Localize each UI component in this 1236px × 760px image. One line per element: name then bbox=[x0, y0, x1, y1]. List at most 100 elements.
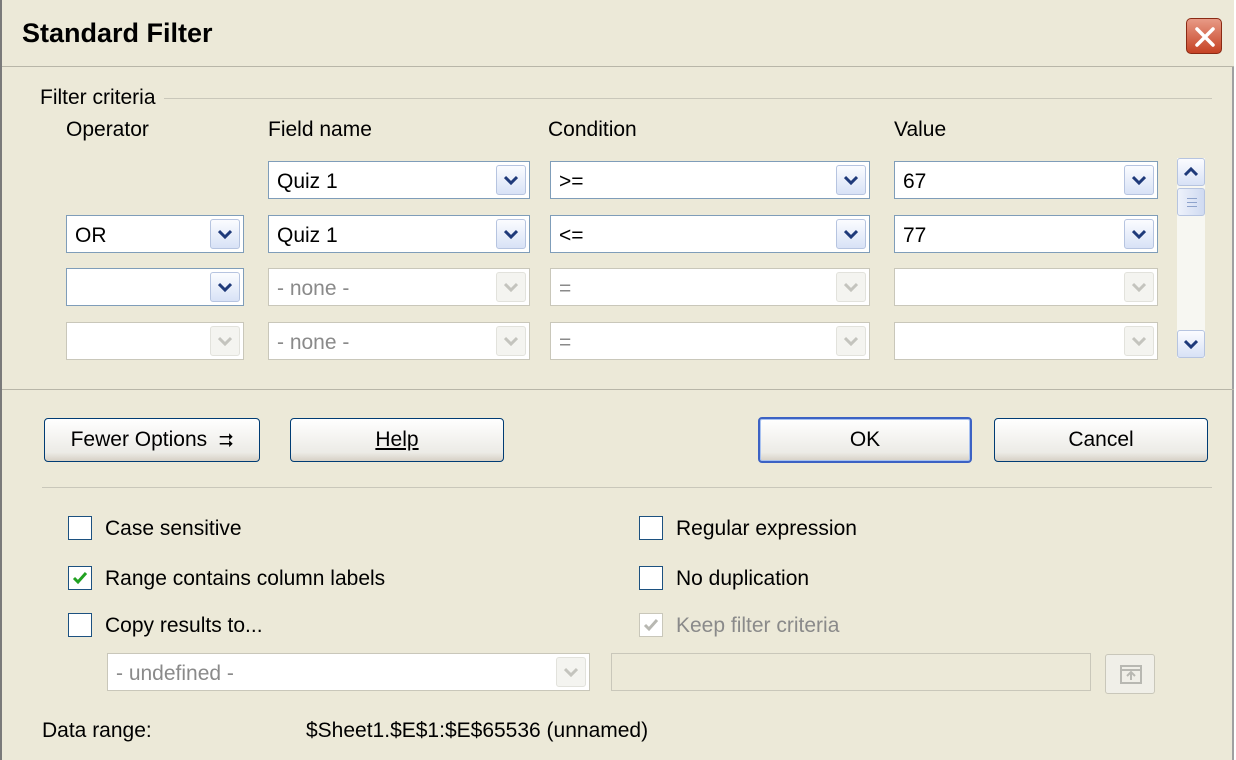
field-name-value-3: - none - bbox=[277, 277, 350, 300]
field-name-header: Field name bbox=[268, 118, 372, 141]
value-combo-1[interactable]: 67 bbox=[894, 161, 1158, 199]
no-duplication-label: No duplication bbox=[676, 567, 810, 590]
copy-target-combo[interactable]: - undefined - bbox=[107, 653, 590, 691]
fewer-options-button[interactable]: Fewer Options ⮆ bbox=[44, 418, 260, 462]
scroll-thumb[interactable] bbox=[1177, 188, 1205, 216]
operator-combo-3[interactable] bbox=[66, 268, 244, 306]
dropdown-button[interactable] bbox=[210, 219, 240, 249]
operator-value-2: OR bbox=[75, 224, 107, 247]
dropdown-button[interactable] bbox=[836, 219, 866, 249]
options-separator bbox=[42, 487, 1212, 488]
help-button[interactable]: Help bbox=[290, 418, 504, 462]
chevron-down-icon bbox=[504, 282, 518, 293]
scroll-down-button[interactable] bbox=[1177, 330, 1205, 358]
keep-filter-criteria-checkbox[interactable] bbox=[639, 613, 663, 637]
chevron-down-icon bbox=[1132, 175, 1146, 186]
dropdown-button[interactable] bbox=[210, 272, 240, 302]
operator-combo-4[interactable] bbox=[66, 322, 244, 360]
value-combo-3[interactable] bbox=[894, 268, 1158, 306]
fewer-options-label: Fewer Options bbox=[70, 428, 208, 451]
dropdown-button[interactable] bbox=[496, 272, 526, 302]
dropdown-button[interactable] bbox=[1124, 165, 1154, 195]
copy-target-field[interactable] bbox=[611, 653, 1091, 691]
dialog-title: Standard Filter bbox=[22, 18, 213, 48]
criteria-scrollbar[interactable] bbox=[1177, 158, 1205, 358]
regular-expression-checkbox[interactable] bbox=[639, 516, 663, 540]
chevron-down-icon bbox=[844, 336, 858, 347]
filter-criteria-line bbox=[40, 98, 1212, 99]
filter-criteria-label: Filter criteria bbox=[40, 86, 164, 110]
dropdown-button[interactable] bbox=[836, 165, 866, 195]
cancel-button[interactable]: Cancel bbox=[994, 418, 1208, 462]
regular-expression-label: Regular expression bbox=[676, 517, 857, 540]
shrink-button[interactable] bbox=[1105, 654, 1155, 694]
dropdown-button[interactable] bbox=[210, 326, 240, 356]
title-bar[interactable]: Standard Filter bbox=[2, 0, 1234, 67]
field-name-combo-1[interactable]: Quiz 1 bbox=[268, 161, 530, 199]
checkmark-icon bbox=[72, 572, 88, 585]
case-sensitive-checkbox[interactable] bbox=[68, 516, 92, 540]
condition-combo-4[interactable]: = bbox=[550, 322, 870, 360]
scroll-up-button[interactable] bbox=[1177, 158, 1205, 186]
dropdown-button[interactable] bbox=[1124, 219, 1154, 249]
dropdown-button[interactable] bbox=[496, 326, 526, 356]
value-combo-2[interactable]: 77 bbox=[894, 215, 1158, 253]
close-icon bbox=[1195, 27, 1215, 47]
no-duplication-checkbox[interactable] bbox=[639, 566, 663, 590]
dropdown-button[interactable] bbox=[496, 219, 526, 249]
condition-value-1: >= bbox=[559, 170, 584, 193]
chevron-down-icon bbox=[1132, 282, 1146, 293]
collapse-arrow-icon: ⮆ bbox=[219, 430, 234, 451]
chevron-down-icon bbox=[218, 229, 232, 240]
value-header: Value bbox=[894, 118, 947, 141]
chevron-down-icon bbox=[504, 175, 518, 186]
data-range-value: $Sheet1.$E$1:$E$65536 (unnamed) bbox=[306, 719, 649, 742]
copy-target-value: - undefined - bbox=[116, 662, 234, 685]
help-label: Help bbox=[375, 428, 419, 451]
dropdown-button[interactable] bbox=[556, 657, 586, 687]
condition-header: Condition bbox=[548, 118, 637, 141]
chevron-down-icon bbox=[844, 175, 858, 186]
range-contains-column-labels-label: Range contains column labels bbox=[105, 567, 386, 590]
dropdown-button[interactable] bbox=[836, 326, 866, 356]
field-name-value-1: Quiz 1 bbox=[277, 170, 338, 193]
dropdown-button[interactable] bbox=[1124, 326, 1154, 356]
condition-combo-2[interactable]: <= bbox=[550, 215, 870, 253]
field-name-value-4: - none - bbox=[277, 331, 350, 354]
copy-results-to-label: Copy results to... bbox=[105, 614, 263, 637]
ok-label: OK bbox=[849, 428, 881, 451]
dropdown-button[interactable] bbox=[836, 272, 866, 302]
keep-filter-criteria-label: Keep filter criteria bbox=[676, 614, 840, 637]
chevron-down-icon bbox=[844, 229, 858, 240]
operator-header: Operator bbox=[66, 118, 149, 141]
dropdown-button[interactable] bbox=[1124, 272, 1154, 302]
chevron-down-icon bbox=[844, 282, 858, 293]
value-combo-4[interactable] bbox=[894, 322, 1158, 360]
checkmark-icon bbox=[643, 619, 659, 632]
case-sensitive-label: Case sensitive bbox=[105, 517, 242, 540]
ok-button[interactable]: OK bbox=[758, 417, 972, 463]
operator-combo-2[interactable]: OR bbox=[66, 215, 244, 253]
dropdown-button[interactable] bbox=[496, 165, 526, 195]
chevron-down-icon bbox=[218, 336, 232, 347]
field-name-combo-2[interactable]: Quiz 1 bbox=[268, 215, 530, 253]
condition-value-2: <= bbox=[559, 224, 584, 247]
close-button[interactable] bbox=[1186, 18, 1222, 54]
condition-value-3: = bbox=[559, 277, 572, 300]
shrink-icon bbox=[1120, 665, 1142, 684]
condition-combo-1[interactable]: >= bbox=[550, 161, 870, 199]
chevron-down-icon bbox=[504, 336, 518, 347]
chevron-up-icon bbox=[1184, 166, 1198, 177]
separator bbox=[2, 389, 1234, 390]
data-range-label: Data range: bbox=[42, 719, 152, 742]
copy-results-to-checkbox[interactable] bbox=[68, 613, 92, 637]
field-name-combo-3[interactable]: - none - bbox=[268, 268, 530, 306]
range-contains-column-labels-checkbox[interactable] bbox=[68, 566, 92, 590]
condition-combo-3[interactable]: = bbox=[550, 268, 870, 306]
value-value-1: 67 bbox=[903, 170, 927, 193]
value-value-2: 77 bbox=[903, 224, 927, 247]
cancel-label: Cancel bbox=[1068, 428, 1134, 451]
standard-filter-dialog: Standard Filter Filter criteria Operator… bbox=[0, 0, 1234, 760]
field-name-value-2: Quiz 1 bbox=[277, 224, 338, 247]
field-name-combo-4[interactable]: - none - bbox=[268, 322, 530, 360]
